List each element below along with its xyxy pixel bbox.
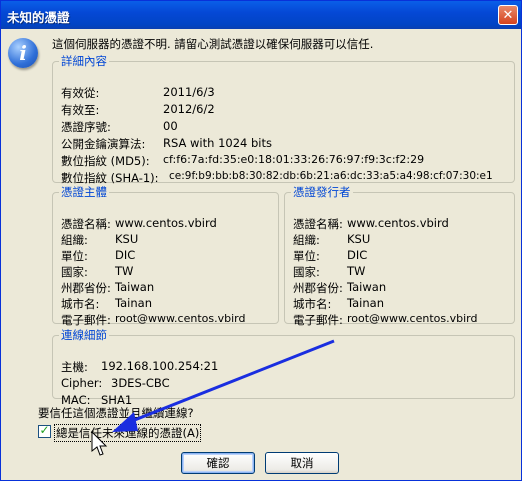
annotation-arrow — [91, 339, 335, 456]
annotation-arrow-head — [112, 412, 138, 432]
annotation-arrow-line — [121, 339, 335, 427]
mouse-cursor-icon — [91, 430, 108, 456]
